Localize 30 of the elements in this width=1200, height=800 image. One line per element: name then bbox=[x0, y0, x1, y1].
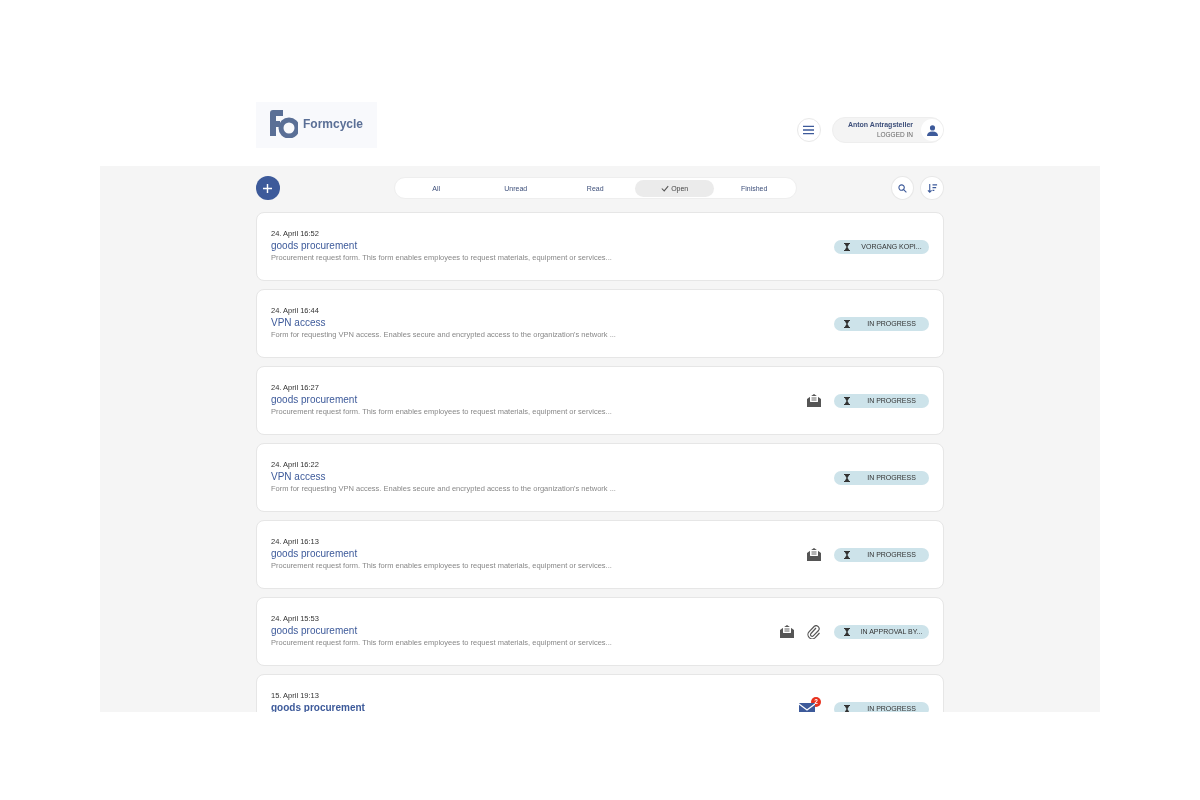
hourglass-icon bbox=[844, 242, 850, 251]
sort-button[interactable] bbox=[920, 176, 944, 200]
opened-envelope-icon[interactable] bbox=[807, 394, 821, 407]
add-button[interactable] bbox=[256, 176, 280, 200]
search-icon bbox=[898, 183, 908, 193]
form-title[interactable]: goods procurement bbox=[271, 239, 358, 252]
logo-icon bbox=[268, 110, 298, 138]
form-title[interactable]: VPN access bbox=[271, 316, 326, 329]
hourglass-icon bbox=[844, 319, 850, 328]
user-avatar-icon bbox=[921, 119, 943, 141]
menu-icon bbox=[803, 125, 815, 135]
form-title[interactable]: goods procurement bbox=[271, 624, 358, 637]
logo[interactable]: Formcycle bbox=[256, 102, 378, 148]
hourglass-icon bbox=[844, 550, 850, 559]
hourglass-icon bbox=[844, 704, 850, 712]
search-button[interactable] bbox=[890, 176, 915, 200]
form-title[interactable]: goods procurement bbox=[271, 393, 358, 406]
hourglass-icon bbox=[844, 473, 850, 482]
menu-button[interactable] bbox=[796, 118, 821, 142]
paperclip-icon[interactable] bbox=[807, 624, 821, 639]
form-title[interactable]: VPN access bbox=[271, 470, 326, 483]
opened-envelope-icon[interactable] bbox=[780, 625, 794, 638]
sort-icon bbox=[926, 182, 938, 194]
hourglass-icon bbox=[844, 396, 850, 405]
plus-icon bbox=[263, 183, 273, 193]
form-title[interactable]: goods procurement bbox=[271, 547, 358, 560]
opened-envelope-icon[interactable] bbox=[807, 548, 821, 561]
envelope-icon[interactable] bbox=[799, 702, 815, 712]
hourglass-icon bbox=[844, 627, 850, 636]
checkmark-icon bbox=[661, 184, 670, 192]
